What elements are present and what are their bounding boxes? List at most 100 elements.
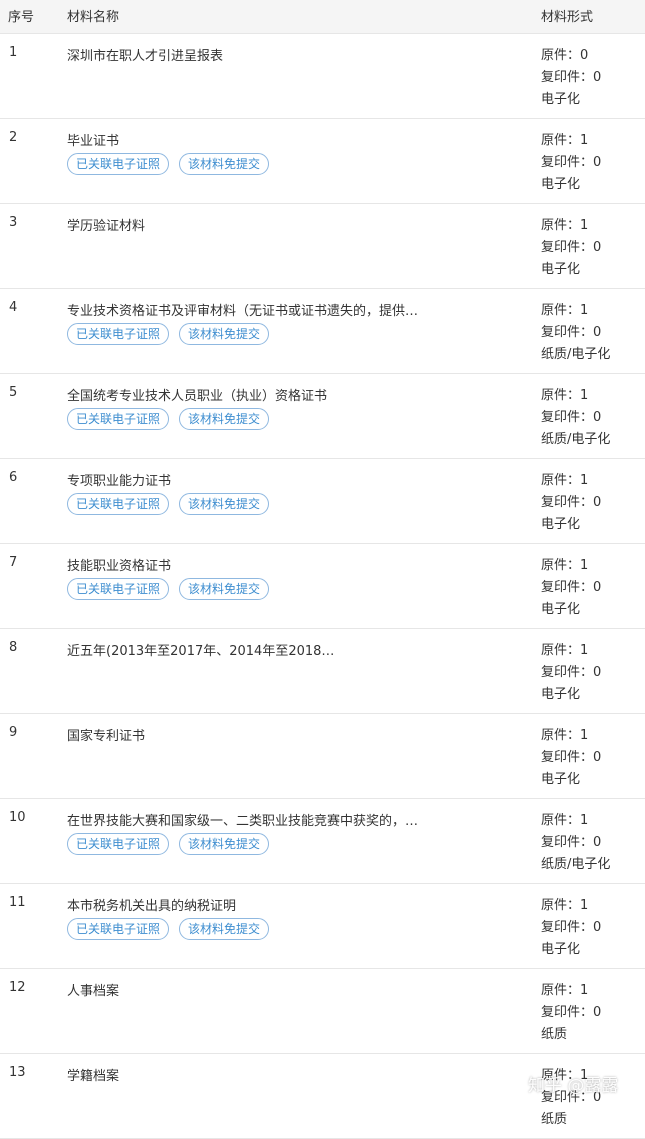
linked-e-license-tag[interactable]: 已关联电子证照 xyxy=(67,833,170,855)
row-index: 13 xyxy=(9,1065,26,1080)
form-original: 原件：1 xyxy=(541,643,589,658)
form-type: 纸质/电子化 xyxy=(541,857,611,872)
row-index: 5 xyxy=(9,385,18,400)
exempt-submission-tag[interactable]: 该材料免提交 xyxy=(179,408,270,430)
material-name: 毕业证书 xyxy=(67,134,120,149)
linked-e-license-tag[interactable]: 已关联电子证照 xyxy=(67,493,170,515)
linked-e-license-tag[interactable]: 已关联电子证照 xyxy=(67,578,170,600)
form-original: 原件：1 xyxy=(541,388,589,403)
material-form: 原件：1 复印件：0 电子化 xyxy=(541,555,601,621)
form-copy: 复印件：0 xyxy=(541,750,602,765)
exempt-submission-tag[interactable]: 该材料免提交 xyxy=(179,323,270,345)
material-form: 原件：1 复印件：0 纸质/电子化 xyxy=(541,300,610,366)
row-index: 3 xyxy=(9,215,18,230)
form-original: 原件：1 xyxy=(541,473,589,488)
material-name: 深圳市在职人才引进呈报表 xyxy=(67,49,224,64)
material-form: 原件：1 复印件：0 电子化 xyxy=(541,640,601,706)
header-form: 材料形式 xyxy=(541,10,594,25)
material-tags: 已关联电子证照 该材料免提交 xyxy=(67,493,270,515)
table-row: 6 专项职业能力证书已关联电子证照 该材料免提交 原件：1 复印件：0 电子化 xyxy=(0,459,645,544)
form-copy: 复印件：0 xyxy=(541,155,602,170)
material-name: 全国统考专业技术人员职业（执业）资格证书 xyxy=(67,389,328,404)
form-original: 原件：1 xyxy=(541,218,589,233)
form-copy: 复印件：0 xyxy=(541,665,602,680)
form-type: 纸质/电子化 xyxy=(541,432,611,447)
materials-table: 序号 材料名称 材料形式 1 深圳市在职人才引进呈报表 原件：0 复印件：0 电子化 2 毕… xyxy=(0,0,645,1139)
material-name: 专项职业能力证书 xyxy=(67,474,172,489)
table-row: 10 在世界技能大赛和国家级一、二类职业技能竞赛中获奖的，… 已关联电子证照 该材料免… xyxy=(0,799,645,884)
form-type: 电子化 xyxy=(541,262,581,277)
form-type: 电子化 xyxy=(541,177,581,192)
table-row: 2 毕业证书已关联电子证照 该材料免提交 原件：1 复印件：0 电子化 xyxy=(0,119,645,204)
exempt-submission-tag[interactable]: 该材料免提交 xyxy=(179,493,270,515)
form-copy: 复印件：0 xyxy=(541,410,602,425)
material-tags: 已关联电子证照 该材料免提交 xyxy=(67,578,270,600)
form-copy: 复印件：0 xyxy=(541,240,602,255)
material-name: 技能职业资格证书 xyxy=(67,559,172,574)
form-original: 原件：1 xyxy=(541,558,589,573)
material-form: 原件：0 复印件：0 电子化 xyxy=(541,45,601,111)
table-row: 4 专业技术资格证书及评审材料（无证书或证书遗失的，提供… 已关联电子证照 该材料免提… xyxy=(0,289,645,374)
form-type: 电子化 xyxy=(541,942,581,957)
row-index: 9 xyxy=(9,725,18,740)
material-form: 原件：1 复印件：0 电子化 xyxy=(541,895,601,961)
table-row: 8 近五年(2013年至2017年、2014年至2018… 原件：1 复印件：0 电子化 xyxy=(0,629,645,714)
exempt-submission-tag[interactable]: 该材料免提交 xyxy=(179,833,270,855)
form-type: 电子化 xyxy=(541,772,581,787)
row-index: 11 xyxy=(9,895,26,910)
form-original: 原件：1 xyxy=(541,133,589,148)
form-original: 原件：0 xyxy=(541,48,589,63)
linked-e-license-tag[interactable]: 已关联电子证照 xyxy=(67,153,170,175)
material-name: 学籍档案 xyxy=(67,1069,120,1084)
material-name: 学历验证材料 xyxy=(67,219,146,234)
header-name: 材料名称 xyxy=(67,10,120,25)
form-type: 电子化 xyxy=(541,517,581,532)
material-name: 本市税务机关出具的纳税证明 xyxy=(67,899,237,914)
table-row: 12 人事档案 原件：1 复印件：0 纸质 xyxy=(0,969,645,1054)
table-row: 3 学历验证材料 原件：1 复印件：0 电子化 xyxy=(0,204,645,289)
exempt-submission-tag[interactable]: 该材料免提交 xyxy=(179,578,270,600)
row-index: 1 xyxy=(9,45,18,60)
form-copy: 复印件：0 xyxy=(541,580,602,595)
row-index: 2 xyxy=(9,130,18,145)
material-tags: 已关联电子证照 该材料免提交 xyxy=(67,153,270,175)
form-copy: 复印件：0 xyxy=(541,325,602,340)
exempt-submission-tag[interactable]: 该材料免提交 xyxy=(179,918,270,940)
table-row: 11 本市税务机关出具的纳税证明 已关联电子证照 该材料免提交 原件：1 复印件：0 电子化 xyxy=(0,884,645,969)
linked-e-license-tag[interactable]: 已关联电子证照 xyxy=(67,323,170,345)
watermark: 知乎 @露露 xyxy=(528,1076,619,1096)
form-original: 原件：1 xyxy=(541,303,589,318)
material-tags: 已关联电子证照 该材料免提交 xyxy=(67,918,270,940)
form-type: 纸质 xyxy=(541,1112,568,1127)
form-type: 电子化 xyxy=(541,602,581,617)
material-tags: 已关联电子证照 该材料免提交 xyxy=(67,833,270,855)
form-copy: 复印件：0 xyxy=(541,70,602,85)
table-body: 1 深圳市在职人才引进呈报表 原件：0 复印件：0 电子化 2 毕业证书 已关联电子证照 该材料… xyxy=(0,34,645,1139)
material-form: 原件：1 复印件：0 纸质/电子化 xyxy=(541,810,610,876)
form-copy: 复印件：0 xyxy=(541,1005,602,1020)
row-index: 8 xyxy=(9,640,18,655)
form-copy: 复印件：0 xyxy=(541,835,602,850)
material-form: 原件：1 复印件：0 电子化 xyxy=(541,470,601,536)
row-index: 4 xyxy=(9,300,18,315)
row-index: 12 xyxy=(9,980,26,995)
linked-e-license-tag[interactable]: 已关联电子证照 xyxy=(67,408,170,430)
table-row: 1 深圳市在职人才引进呈报表 原件：0 复印件：0 电子化 xyxy=(0,34,645,119)
table-row: 9 国家专利证书 原件：1 复印件：0 电子化 xyxy=(0,714,645,799)
material-form: 原件：1 复印件：0 电子化 xyxy=(541,215,601,281)
material-form: 原件：1 复印件：0 电子化 xyxy=(541,130,601,196)
material-tags: 已关联电子证照 该材料免提交 xyxy=(67,323,270,345)
material-tags: 已关联电子证照 该材料免提交 xyxy=(67,408,270,430)
form-type: 电子化 xyxy=(541,92,581,107)
form-copy: 复印件：0 xyxy=(541,495,602,510)
header-index: 序号 xyxy=(8,10,35,25)
form-type: 纸质 xyxy=(541,1027,568,1042)
row-index: 6 xyxy=(9,470,18,485)
table-row: 7 技能职业资格证书 已关联电子证照 该材料免提交 原件：1 复印件：0 电子化 xyxy=(0,544,645,629)
table-header: 序号 材料名称 材料形式 xyxy=(0,0,645,34)
form-copy: 复印件：0 xyxy=(541,920,602,935)
form-original: 原件：1 xyxy=(541,728,589,743)
form-type: 电子化 xyxy=(541,687,581,702)
linked-e-license-tag[interactable]: 已关联电子证照 xyxy=(67,918,170,940)
exempt-submission-tag[interactable]: 该材料免提交 xyxy=(179,153,270,175)
